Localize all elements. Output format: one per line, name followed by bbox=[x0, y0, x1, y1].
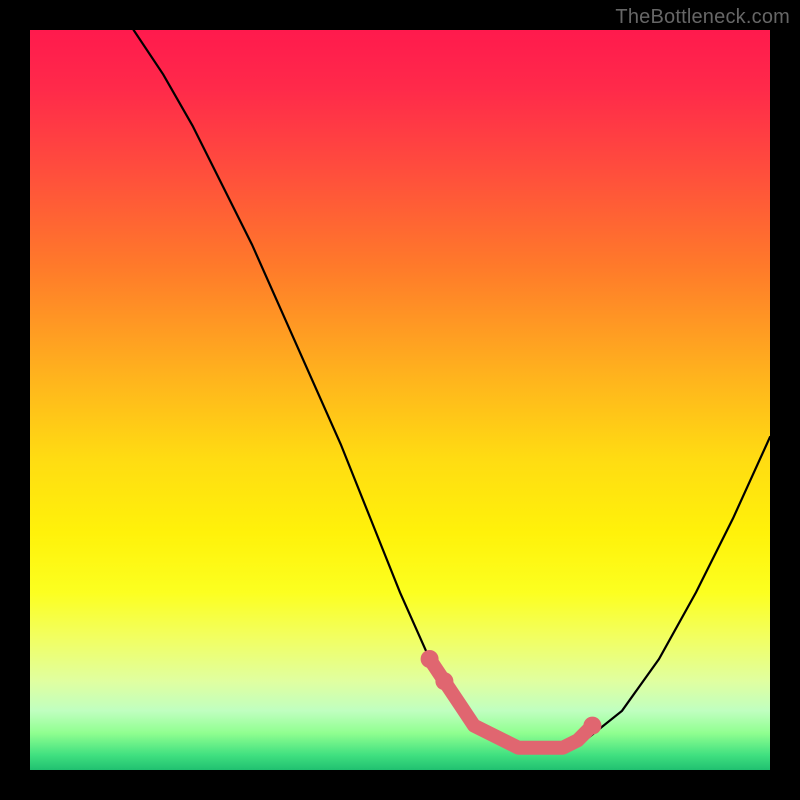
chart-highlight-band bbox=[421, 650, 602, 748]
highlight-dot bbox=[435, 672, 453, 690]
highlight-dot bbox=[421, 650, 439, 668]
chart-curve bbox=[134, 30, 770, 748]
watermark-text: TheBottleneck.com bbox=[615, 6, 790, 29]
highlight-path bbox=[430, 659, 593, 748]
chart-svg bbox=[30, 30, 770, 770]
chart-plot-area bbox=[30, 30, 770, 770]
highlight-dot bbox=[583, 717, 601, 735]
